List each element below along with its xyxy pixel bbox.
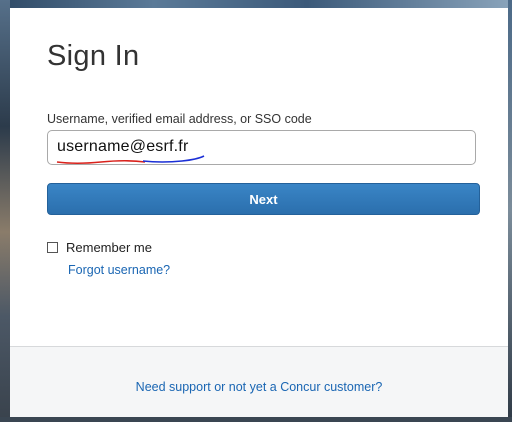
blue-underline-annotation <box>142 155 205 163</box>
forgot-username-link[interactable]: Forgot username? <box>68 263 170 277</box>
remember-me-row[interactable]: Remember me <box>47 239 152 255</box>
remember-me-checkbox[interactable] <box>47 241 58 253</box>
next-button[interactable]: Next <box>47 183 480 215</box>
remember-me-label[interactable]: Remember me <box>66 240 152 255</box>
sign-in-card: Sign In Username, verified email address… <box>10 8 508 417</box>
page-title: Sign In <box>47 40 140 72</box>
background-photo-bottom <box>0 417 512 422</box>
red-underline-annotation <box>56 159 146 165</box>
footer: Need support or not yet a Concur custome… <box>10 346 508 417</box>
username-input[interactable]: username@esrf.fr <box>47 130 476 165</box>
background-photo-left <box>0 0 10 422</box>
username-label: Username, verified email address, or SSO… <box>47 112 312 126</box>
username-input-value: username@esrf.fr <box>57 138 189 155</box>
background-photo-right <box>508 0 512 422</box>
support-link[interactable]: Need support or not yet a Concur custome… <box>10 380 508 394</box>
